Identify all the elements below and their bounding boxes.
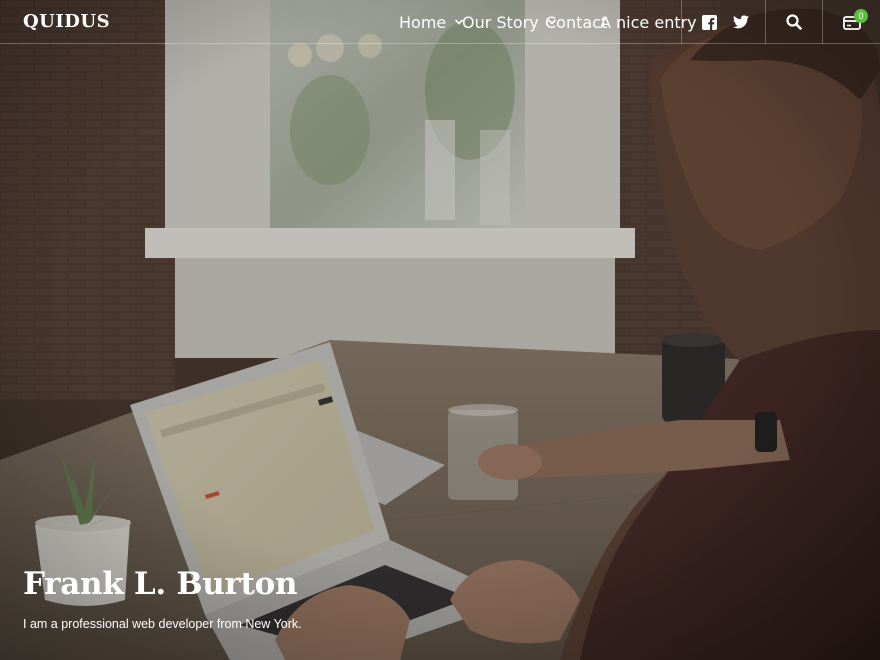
- hero-section: QUIDUS Home Our Story Contact A nice ent…: [0, 0, 880, 660]
- facebook-link[interactable]: [698, 0, 720, 44]
- nav-item-label: Contact: [545, 12, 608, 32]
- hero-background-image: [0, 0, 880, 660]
- twitter-link[interactable]: [730, 0, 752, 44]
- search-icon: [786, 14, 802, 30]
- hero-title: Frank L. Burton: [23, 566, 298, 602]
- nav-item-label: Home: [399, 12, 447, 32]
- twitter-icon: [733, 15, 749, 29]
- nav-item-label: A nice entry: [600, 12, 697, 32]
- search-button[interactable]: [766, 0, 822, 44]
- nav-item-contact[interactable]: Contact: [545, 0, 607, 44]
- site-logo[interactable]: QUIDUS: [23, 11, 110, 32]
- nav-item-label: Our Story: [462, 12, 539, 32]
- cart-button[interactable]: 0: [823, 0, 880, 44]
- cart-count-badge: 0: [854, 9, 868, 23]
- nav-item-our-story[interactable]: Our Story: [462, 0, 557, 44]
- header-divider: [681, 0, 682, 44]
- facebook-icon: [701, 14, 717, 30]
- nav-item-a-nice-entry[interactable]: A nice entry: [600, 0, 697, 44]
- nav-item-home[interactable]: Home: [399, 0, 464, 44]
- hero-subtitle: I am a professional web developer from N…: [23, 617, 302, 631]
- site-header: QUIDUS Home Our Story Contact A nice ent…: [0, 0, 880, 44]
